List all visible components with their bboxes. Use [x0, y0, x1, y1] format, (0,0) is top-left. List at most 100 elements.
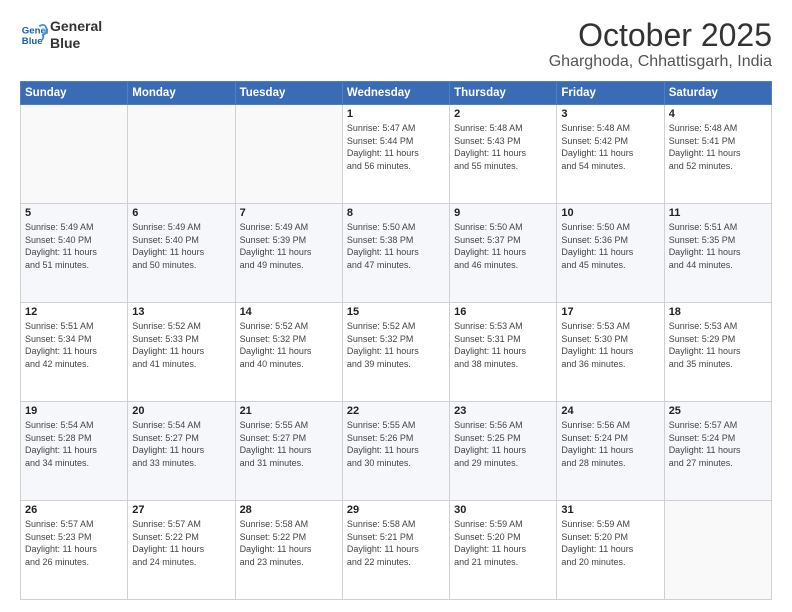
day-info: Sunrise: 5:59 AM Sunset: 5:20 PM Dayligh…: [454, 518, 552, 568]
day-number: 22: [347, 405, 445, 417]
day-info: Sunrise: 5:57 AM Sunset: 5:22 PM Dayligh…: [132, 518, 230, 568]
weekday-header-sunday: Sunday: [21, 82, 128, 105]
day-number: 18: [669, 306, 767, 318]
calendar-cell: 30 Sunrise: 5:59 AM Sunset: 5:20 PM Dayli…: [450, 501, 557, 600]
day-number: 19: [25, 405, 123, 417]
day-number: 25: [669, 405, 767, 417]
calendar-cell: 7Sunrise: 5:49 AM Sunset: 5:39 PM Daylig…: [235, 204, 342, 303]
calendar-cell: 22 Sunrise: 5:55 AM Sunset: 5:26 PM Dayli…: [342, 402, 449, 501]
day-info: Sunrise: 5:53 AM Sunset: 5:31 PM Dayligh…: [454, 320, 552, 370]
day-number: 27: [132, 504, 230, 516]
weekday-header-saturday: Saturday: [664, 82, 771, 105]
day-info: Sunrise: 5:55 AM Sunset: 5:26 PM Dayligh…: [347, 419, 445, 469]
calendar-cell: 2 Sunrise: 5:48 AM Sunset: 5:43 PM Daylig…: [450, 105, 557, 204]
calendar-cell: 16 Sunrise: 5:53 AM Sunset: 5:31 PM Dayli…: [450, 303, 557, 402]
day-number: 17: [561, 306, 659, 318]
calendar-cell: 6 Sunrise: 5:49 AM Sunset: 5:40 PM Daylig…: [128, 204, 235, 303]
calendar-cell: 23Sunrise: 5:56 AM Sunset: 5:25 PM Dayli…: [450, 402, 557, 501]
weekday-header-monday: Monday: [128, 82, 235, 105]
day-info: Sunrise: 5:50 AM Sunset: 5:38 PM Dayligh…: [347, 221, 445, 271]
logo-line2: Blue: [50, 35, 102, 52]
title-block: October 2025 Gharghoda, Chhattisgarh, In…: [549, 18, 772, 71]
day-number: 21: [240, 405, 338, 417]
day-number: 29: [347, 504, 445, 516]
calendar-cell: 14Sunrise: 5:52 AM Sunset: 5:32 PM Dayli…: [235, 303, 342, 402]
day-info: Sunrise: 5:48 AM Sunset: 5:43 PM Dayligh…: [454, 122, 552, 172]
day-info: Sunrise: 5:49 AM Sunset: 5:40 PM Dayligh…: [132, 221, 230, 271]
day-info: Sunrise: 5:55 AM Sunset: 5:27 PM Dayligh…: [240, 419, 338, 469]
calendar-cell: 25 Sunrise: 5:57 AM Sunset: 5:24 PM Dayli…: [664, 402, 771, 501]
day-info: Sunrise: 5:58 AM Sunset: 5:22 PM Dayligh…: [240, 518, 338, 568]
day-number: 24: [561, 405, 659, 417]
calendar-cell: 24 Sunrise: 5:56 AM Sunset: 5:24 PM Dayli…: [557, 402, 664, 501]
day-info: Sunrise: 5:56 AM Sunset: 5:24 PM Dayligh…: [561, 419, 659, 469]
day-info: Sunrise: 5:52 AM Sunset: 5:32 PM Dayligh…: [347, 320, 445, 370]
day-number: 15: [347, 306, 445, 318]
calendar-cell: 19 Sunrise: 5:54 AM Sunset: 5:28 PM Dayli…: [21, 402, 128, 501]
logo-line1: General: [50, 18, 102, 35]
day-info: Sunrise: 5:52 AM Sunset: 5:33 PM Dayligh…: [132, 320, 230, 370]
calendar-cell: 31Sunrise: 5:59 AM Sunset: 5:20 PM Dayli…: [557, 501, 664, 600]
week-row-4: 19 Sunrise: 5:54 AM Sunset: 5:28 PM Dayli…: [21, 402, 772, 501]
day-number: 9: [454, 207, 552, 219]
day-number: 30: [454, 504, 552, 516]
calendar-cell: 12 Sunrise: 5:51 AM Sunset: 5:34 PM Dayli…: [21, 303, 128, 402]
calendar-cell: 15 Sunrise: 5:52 AM Sunset: 5:32 PM Dayli…: [342, 303, 449, 402]
calendar-cell: 3Sunrise: 5:48 AM Sunset: 5:42 PM Daylig…: [557, 105, 664, 204]
day-number: 11: [669, 207, 767, 219]
week-row-3: 12 Sunrise: 5:51 AM Sunset: 5:34 PM Dayli…: [21, 303, 772, 402]
day-number: 4: [669, 108, 767, 120]
day-info: Sunrise: 5:57 AM Sunset: 5:24 PM Dayligh…: [669, 419, 767, 469]
logo-icon: General Blue: [20, 21, 48, 49]
calendar-cell: 1Sunrise: 5:47 AM Sunset: 5:44 PM Daylig…: [342, 105, 449, 204]
page: General Blue General Blue October 2025 G…: [0, 0, 792, 612]
month-title: October 2025: [549, 18, 772, 53]
day-info: Sunrise: 5:53 AM Sunset: 5:30 PM Dayligh…: [561, 320, 659, 370]
day-number: 2: [454, 108, 552, 120]
calendar-table: SundayMondayTuesdayWednesdayThursdayFrid…: [20, 81, 772, 600]
calendar-cell: 9Sunrise: 5:50 AM Sunset: 5:37 PM Daylig…: [450, 204, 557, 303]
calendar-cell: 5 Sunrise: 5:49 AM Sunset: 5:40 PM Daylig…: [21, 204, 128, 303]
calendar-cell: 10 Sunrise: 5:50 AM Sunset: 5:36 PM Dayli…: [557, 204, 664, 303]
logo-text: General Blue: [50, 18, 102, 52]
calendar-cell: 28 Sunrise: 5:58 AM Sunset: 5:22 PM Dayli…: [235, 501, 342, 600]
calendar-cell: 18 Sunrise: 5:53 AM Sunset: 5:29 PM Dayli…: [664, 303, 771, 402]
week-row-2: 5 Sunrise: 5:49 AM Sunset: 5:40 PM Daylig…: [21, 204, 772, 303]
day-info: Sunrise: 5:50 AM Sunset: 5:36 PM Dayligh…: [561, 221, 659, 271]
day-number: 16: [454, 306, 552, 318]
calendar-cell: [664, 501, 771, 600]
svg-text:Blue: Blue: [22, 36, 43, 47]
day-number: 26: [25, 504, 123, 516]
week-row-1: 1Sunrise: 5:47 AM Sunset: 5:44 PM Daylig…: [21, 105, 772, 204]
day-number: 6: [132, 207, 230, 219]
day-number: 28: [240, 504, 338, 516]
day-info: Sunrise: 5:54 AM Sunset: 5:28 PM Dayligh…: [25, 419, 123, 469]
day-number: 14: [240, 306, 338, 318]
calendar-cell: 27 Sunrise: 5:57 AM Sunset: 5:22 PM Dayli…: [128, 501, 235, 600]
day-info: Sunrise: 5:51 AM Sunset: 5:34 PM Dayligh…: [25, 320, 123, 370]
calendar-cell: 4Sunrise: 5:48 AM Sunset: 5:41 PM Daylig…: [664, 105, 771, 204]
weekday-header-thursday: Thursday: [450, 82, 557, 105]
day-info: Sunrise: 5:49 AM Sunset: 5:40 PM Dayligh…: [25, 221, 123, 271]
day-number: 13: [132, 306, 230, 318]
weekday-header-row: SundayMondayTuesdayWednesdayThursdayFrid…: [21, 82, 772, 105]
day-number: 12: [25, 306, 123, 318]
calendar-cell: 21 Sunrise: 5:55 AM Sunset: 5:27 PM Dayli…: [235, 402, 342, 501]
day-number: 3: [561, 108, 659, 120]
weekday-header-friday: Friday: [557, 82, 664, 105]
calendar-cell: [128, 105, 235, 204]
day-number: 10: [561, 207, 659, 219]
weekday-header-tuesday: Tuesday: [235, 82, 342, 105]
day-info: Sunrise: 5:59 AM Sunset: 5:20 PM Dayligh…: [561, 518, 659, 568]
weekday-header-wednesday: Wednesday: [342, 82, 449, 105]
day-number: 23: [454, 405, 552, 417]
calendar-cell: 8Sunrise: 5:50 AM Sunset: 5:38 PM Daylig…: [342, 204, 449, 303]
day-info: Sunrise: 5:49 AM Sunset: 5:39 PM Dayligh…: [240, 221, 338, 271]
calendar-cell: 17 Sunrise: 5:53 AM Sunset: 5:30 PM Dayli…: [557, 303, 664, 402]
day-number: 5: [25, 207, 123, 219]
day-info: Sunrise: 5:53 AM Sunset: 5:29 PM Dayligh…: [669, 320, 767, 370]
header: General Blue General Blue October 2025 G…: [20, 18, 772, 71]
day-number: 20: [132, 405, 230, 417]
calendar-cell: 26Sunrise: 5:57 AM Sunset: 5:23 PM Dayli…: [21, 501, 128, 600]
day-info: Sunrise: 5:54 AM Sunset: 5:27 PM Dayligh…: [132, 419, 230, 469]
